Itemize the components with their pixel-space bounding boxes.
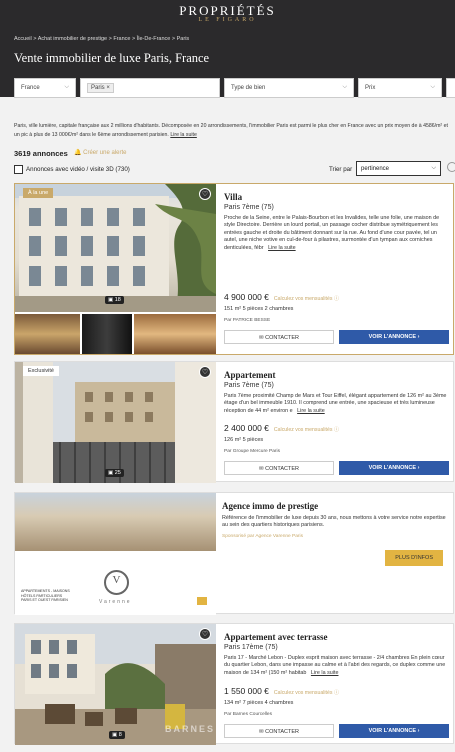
intro-text: Paris, ville lumière, capitale française… xyxy=(14,123,448,138)
sort-label: Trier par xyxy=(329,166,353,173)
sort-select[interactable]: pertinence ⌵ xyxy=(356,161,441,176)
chevron-down-icon: ⌵ xyxy=(342,84,347,90)
listing-body: Appartement avec terrasse Paris 17ème (7… xyxy=(224,632,450,677)
listing-description: Paris 7ème proximité Champ de Mars et To… xyxy=(224,393,447,414)
listing-agency[interactable]: Par Barnes Courcelles xyxy=(224,712,272,717)
partner-badge xyxy=(197,597,207,605)
listing-body: Appartement Paris 7ème (75) Paris 7ème p… xyxy=(224,370,450,415)
ad-tagline: APPARTEMENTS - MAISONS HÔTELS PARTICULIE… xyxy=(21,589,70,602)
mortgage-calc-link[interactable]: Calculez vos mensualités ⓘ xyxy=(274,296,339,302)
listing-card[interactable]: ♡ ▣ 8 BARNES Appartement avec terrasse P… xyxy=(14,623,454,745)
mortgage-calc-link[interactable]: Calculez vos mensualités ⓘ xyxy=(274,690,339,696)
photo-count-badge: ▣ 18 xyxy=(105,296,124,304)
photo-count-badge: ▣ 8 xyxy=(109,731,125,739)
create-alert-link[interactable]: 🔔 Créer une alerte xyxy=(74,149,127,156)
listing-body: Villa Paris 7ème (75) Proche de la Seine… xyxy=(224,192,450,252)
remove-chip-icon: × xyxy=(106,85,110,91)
listing-agency[interactable]: Par Groupe Mercure Paris xyxy=(224,449,280,454)
price-select[interactable]: Prix ⌵ xyxy=(358,78,442,98)
view-listing-button[interactable]: VOIR L'ANNONCE › xyxy=(339,330,449,344)
favorite-heart-icon[interactable]: ♡ xyxy=(199,188,211,200)
listing-location: Paris 17ème (75) xyxy=(224,644,278,651)
listing-card[interactable]: Exclusivité ♡ ▣ 25 Appartement Paris 7èm… xyxy=(14,361,454,483)
camera-icon: ▣ xyxy=(108,470,114,476)
city-chip[interactable]: Paris × xyxy=(87,83,114,93)
villa-facade-image xyxy=(15,184,216,312)
varenne-monogram: V xyxy=(112,574,121,586)
ad-description: Référence de l'immobilier de luxe depuis… xyxy=(222,515,446,529)
results-count: 3619 annonces xyxy=(14,149,68,158)
ad-sponsor[interactable]: Sponsorisé par Agence Varenne Paris xyxy=(222,534,450,539)
info-icon[interactable] xyxy=(447,162,455,172)
read-more-link[interactable]: Lire la suite xyxy=(311,670,339,676)
listing-main-photo[interactable]: Exclusivité ♡ ▣ 25 xyxy=(15,362,216,483)
site-logo[interactable]: PROPRIÉTÉS LE FIGARO xyxy=(0,3,455,23)
contact-button[interactable]: ✉ CONTACTER xyxy=(224,330,334,344)
listing-agency[interactable]: Par PATRICE BESSE xyxy=(224,318,270,323)
listing-specs: 126 m² 5 pièces xyxy=(224,437,264,443)
listing-price: 1 550 000 € Calculez vos mensualités ⓘ xyxy=(224,686,340,696)
listing-main-photo[interactable]: À la une ♡ ▣ 18 xyxy=(15,184,216,312)
chevron-down-icon: ⌵ xyxy=(64,84,69,90)
intro-more-link[interactable]: Lire la suite xyxy=(170,132,197,138)
mortgage-calc-link[interactable]: Calculez vos mensualités ⓘ xyxy=(274,427,339,433)
favorite-heart-icon[interactable]: ♡ xyxy=(199,366,211,378)
listing-specs: 151 m² 5 pièces 2 chambres xyxy=(224,306,294,312)
listing-card[interactable]: À la une ♡ ▣ 18 Villa Paris 7ème (75) Pr… xyxy=(14,183,454,355)
breadcrumb[interactable]: Accueil > Achat immobilier de prestige >… xyxy=(14,36,189,42)
listing-price: 2 400 000 € Calculez vos mensualités ⓘ xyxy=(224,423,340,433)
video-filter-checkbox[interactable] xyxy=(14,165,23,174)
thumbnail[interactable] xyxy=(134,314,216,354)
listing-location: Paris 7ème (75) xyxy=(224,382,274,389)
camera-icon: ▣ xyxy=(108,297,114,303)
listing-location: Paris 7ème (75) xyxy=(224,204,274,211)
more-filters[interactable] xyxy=(446,78,455,98)
paris-rooftops-image xyxy=(15,493,216,551)
listing-price: 4 900 000 € Calculez vos mensualités ⓘ xyxy=(224,292,340,302)
favorite-heart-icon[interactable]: ♡ xyxy=(199,628,211,640)
listing-main-photo[interactable]: ♡ ▣ 8 BARNES xyxy=(15,624,216,745)
contact-button[interactable]: ✉ CONTACTER xyxy=(224,461,334,475)
listing-description: Proche de la Seine, entre le Palais-Bour… xyxy=(224,215,440,251)
photo-count-badge: ▣ 25 xyxy=(105,469,124,477)
city-input[interactable]: Paris × xyxy=(80,78,220,98)
country-select[interactable]: France ⌵ xyxy=(14,78,76,98)
listing-title[interactable]: Villa xyxy=(224,192,450,202)
view-listing-button[interactable]: VOIR L'ANNONCE › xyxy=(339,461,449,475)
listing-title[interactable]: Appartement avec terrasse xyxy=(224,632,450,642)
watermark: BARNES xyxy=(165,724,216,734)
listing-title[interactable]: Appartement xyxy=(224,370,450,380)
ad-title[interactable]: Agence immo de prestige xyxy=(222,501,450,511)
chevron-down-icon: ⌵ xyxy=(430,84,435,90)
camera-icon: ▣ xyxy=(112,732,118,738)
video-filter-label[interactable]: Annonces avec vidéo / visite 3D (730) xyxy=(26,166,130,173)
chevron-down-icon: ⌵ xyxy=(431,165,436,171)
property-type-select[interactable]: Type de bien ⌵ xyxy=(224,78,354,98)
filter-bar: France ⌵ Paris × Type de bien ⌵ Prix ⌵ xyxy=(0,78,455,98)
envelope-icon: ✉ xyxy=(259,729,264,735)
listing-thumbnails xyxy=(15,314,216,354)
envelope-icon: ✉ xyxy=(259,466,264,472)
exclusive-badge: Exclusivité xyxy=(23,366,59,376)
thumbnail[interactable] xyxy=(15,314,80,354)
listing-description: Paris 17 - Marché Lebon - Duplex esprit … xyxy=(224,655,446,676)
sponsored-ad-card[interactable]: V APPARTEMENTS - MAISONS HÔTELS PARTICUL… xyxy=(14,492,454,615)
read-more-link[interactable]: Lire la suite xyxy=(297,408,325,414)
featured-badge: À la une xyxy=(23,188,54,198)
view-listing-button[interactable]: VOIR L'ANNONCE › xyxy=(339,724,449,738)
ad-image[interactable]: V APPARTEMENTS - MAISONS HÔTELS PARTICUL… xyxy=(15,493,216,615)
ad-brand: Varenne xyxy=(99,599,132,605)
listing-specs: 134 m² 7 pièces 4 chambres xyxy=(224,700,294,706)
thumbnail[interactable] xyxy=(82,314,132,354)
contact-button[interactable]: ✉ CONTACTER xyxy=(224,724,334,738)
apartment-balcony-image xyxy=(15,362,216,483)
read-more-link[interactable]: Lire la suite xyxy=(268,245,296,251)
ad-body: Agence immo de prestige Référence de l'i… xyxy=(222,501,450,539)
page-title: Vente immobilier de luxe Paris, France xyxy=(14,51,210,65)
envelope-icon: ✉ xyxy=(259,335,264,341)
more-info-button[interactable]: PLUS D'INFOS xyxy=(385,550,443,566)
